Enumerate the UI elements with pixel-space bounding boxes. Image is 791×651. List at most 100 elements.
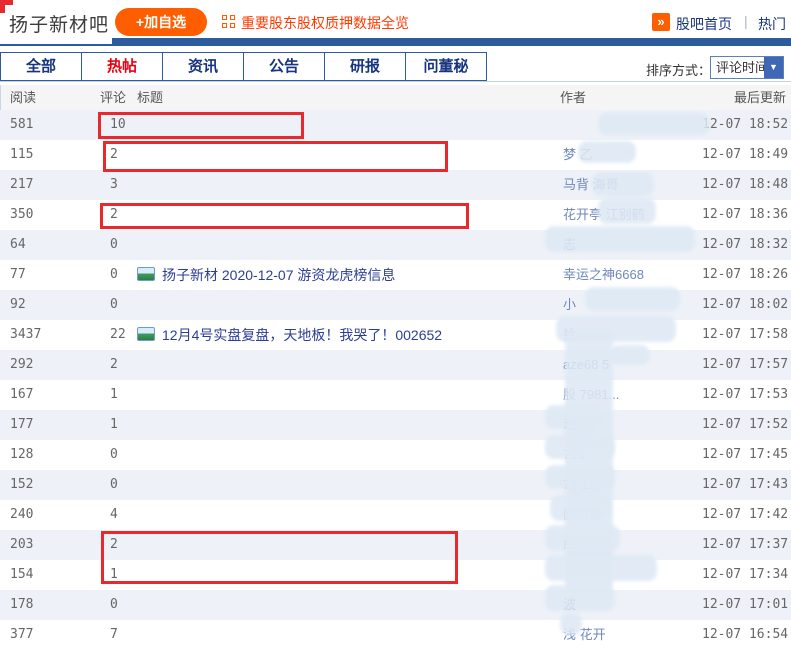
read-count: 77 bbox=[10, 267, 26, 282]
last-update-time: 12-07 18:48 bbox=[702, 177, 789, 192]
table-row[interactable]: 128 0 瑞仙鹤还有700多万没跑出来明天继续核炸弹 796 . 12-07 … bbox=[0, 440, 791, 470]
table-row[interactable]: 92 0 还加了个自选打算买呢开盘他么跌停了 小 12-07 18:02 bbox=[0, 290, 791, 320]
table-row[interactable]: 178 0 扬子新材年后必ST 波 12-07 17:01 bbox=[0, 590, 791, 620]
guba-home-link[interactable]: 股吧首页 bbox=[676, 14, 732, 34]
author-link[interactable]: 梦 乙 bbox=[563, 140, 701, 170]
sort-label: 排序方式： bbox=[646, 63, 712, 78]
pledge-data-link[interactable]: 重要股东股权质押数据全览 bbox=[241, 13, 409, 33]
hot-link[interactable]: 热门 bbox=[758, 14, 791, 34]
table-row[interactable]: 3437 22 12月4号实盘复盘，天地板！我哭了！002652 拾 12-07… bbox=[0, 320, 791, 350]
last-update-time: 12-07 17:37 bbox=[702, 537, 789, 552]
last-update-time: 12-07 18:32 bbox=[702, 237, 789, 252]
read-count: 64 bbox=[10, 237, 26, 252]
read-count: 128 bbox=[10, 447, 34, 462]
author-link[interactable]: 马背 海哥 bbox=[563, 170, 701, 200]
read-count: 167 bbox=[10, 387, 34, 402]
add-watchlist-button[interactable]: +加自选 bbox=[115, 8, 207, 36]
author-link[interactable]: 波 bbox=[563, 590, 701, 620]
author-link[interactable]: 欧阳锋 bbox=[563, 500, 701, 530]
read-count: 177 bbox=[10, 417, 34, 432]
tab-ask-secretary[interactable]: 问董秘 bbox=[405, 52, 487, 81]
author-link[interactable]: 幸运之神6668 bbox=[563, 260, 701, 290]
table-row[interactable]: 152 0 瑞仙鹤割肉跑的连夜坐的动车走的 79 1... 12-07 17:4… bbox=[0, 470, 791, 500]
author-link[interactable]: 股 7981... bbox=[563, 380, 701, 410]
table-row[interactable]: 154 1 直接sT看看这两天的量。还想出来？没睡醒吧。 12-07 17:34 bbox=[0, 560, 791, 590]
author-link[interactable]: 79 1... bbox=[563, 470, 701, 500]
author-link[interactable]: 浅 花开 bbox=[563, 620, 701, 650]
last-update-time: 12-07 17:53 bbox=[702, 387, 789, 402]
last-update-time: 12-07 17:34 bbox=[702, 567, 789, 582]
read-count: 203 bbox=[10, 537, 34, 552]
comment-count: 0 bbox=[110, 237, 118, 252]
column-header-reads: 阅读 bbox=[10, 90, 37, 105]
read-count: 178 bbox=[10, 597, 34, 612]
post-title-link[interactable]: 12月4号实盘复盘，天地板！我哭了！002652 bbox=[137, 320, 555, 350]
table-row[interactable]: 350 2 竞价前挂单跌停，下午2点多出的，庄家那100手的 花开亭 江别鹤 1… bbox=[0, 200, 791, 230]
table-row[interactable]: 177 1 搞不懂瑞鹤仙为啥核按钮不亏钱？ 动 12-07 17:52 bbox=[0, 410, 791, 440]
header-rule-thin bbox=[0, 44, 791, 46]
sort-dropdown-value: 评论时间 bbox=[716, 60, 769, 75]
stock-forum-page: 扬子新材吧 +加自选 重要股东股权质押数据全览 » 股吧首页 | 热门 全部 热帖… bbox=[0, 0, 791, 651]
tab-hot-posts[interactable]: 热帖 bbox=[81, 52, 163, 81]
tab-strip-underline bbox=[0, 81, 791, 82]
last-update-time: 12-07 17:58 bbox=[702, 327, 789, 342]
last-update-time: 12-07 17:43 bbox=[702, 477, 789, 492]
last-update-time: 12-07 18:49 bbox=[702, 147, 789, 162]
read-count: 350 bbox=[10, 207, 34, 222]
chevron-down-icon[interactable]: ▼ bbox=[764, 57, 783, 78]
comment-count: 1 bbox=[110, 387, 118, 402]
read-count: 217 bbox=[10, 177, 34, 192]
table-row[interactable]: 203 2 你大爷的，明天还跌停。今天瑞仙鹤砸的。 EF 12-07 17:37 bbox=[0, 530, 791, 560]
table-row[interactable]: 115 2 这庄性格急啊。。。一下子上去一下子下来 梦 乙 12-07 18:4… bbox=[0, 140, 791, 170]
comment-count: 2 bbox=[110, 357, 118, 372]
last-update-time: 12-07 17:45 bbox=[702, 447, 789, 462]
author-link[interactable]: 志 bbox=[563, 230, 701, 260]
comment-count: 0 bbox=[110, 477, 118, 492]
table-row[interactable]: 77 0 扬子新材 2020-12-07 游资龙虎榜信息 幸运之神6668 12… bbox=[0, 260, 791, 290]
tab-research-reports[interactable]: 研报 bbox=[324, 52, 406, 81]
corner-mark bbox=[0, 0, 13, 13]
page-title: 扬子新材吧 bbox=[9, 15, 110, 36]
author-link[interactable]: 796 . bbox=[563, 440, 701, 470]
author-link[interactable]: 拾 bbox=[563, 320, 701, 350]
table-row[interactable]: 167 1 卖一卖二都是星期五进去的今天砸盘割肉跑，还有半仓 股 7981...… bbox=[0, 380, 791, 410]
table-row[interactable]: 292 2 看看郑州煤电，华资实业，明天知道怎么做了吧 aze68 5 12-0… bbox=[0, 350, 791, 380]
table-header: 阅读 评论 标题 作者 最后更新 bbox=[0, 85, 791, 110]
author-link[interactable]: aze68 5 bbox=[563, 350, 701, 380]
author-link[interactable]: 小 bbox=[563, 290, 701, 320]
column-header-title: 标题 bbox=[137, 90, 164, 105]
comment-count: 0 bbox=[110, 597, 118, 612]
tab-announcements[interactable]: 公告 bbox=[243, 52, 325, 81]
tab-news[interactable]: 资讯 bbox=[162, 52, 244, 81]
read-count: 92 bbox=[10, 297, 26, 312]
tab-strip: 全部 热帖 资讯 公告 研报 问董秘 bbox=[0, 52, 487, 81]
grid-icon bbox=[222, 15, 235, 28]
read-count: 152 bbox=[10, 477, 34, 492]
comment-count: 0 bbox=[110, 297, 118, 312]
picture-icon bbox=[137, 267, 155, 281]
double-chevron-icon: » bbox=[652, 13, 670, 31]
read-count: 581 bbox=[10, 117, 34, 132]
author-link[interactable]: 花开亭 江别鹤 bbox=[563, 200, 701, 230]
table-row[interactable]: 217 3 开始对倒了注意你们的筹码马上要交出来 马背 海哥 12-07 18:… bbox=[0, 170, 791, 200]
read-count: 292 bbox=[10, 357, 34, 372]
header-divider: | bbox=[744, 13, 748, 29]
column-header-author: 作者 bbox=[560, 90, 587, 105]
last-update-time: 12-07 17:42 bbox=[702, 507, 789, 522]
post-title-link[interactable]: 扬子新材 2020-12-07 游资龙虎榜信息 bbox=[137, 260, 555, 290]
picture-icon bbox=[137, 327, 155, 341]
tab-all[interactable]: 全部 bbox=[0, 52, 82, 81]
author-link[interactable]: EF bbox=[563, 530, 701, 560]
comment-count: 4 bbox=[110, 507, 118, 522]
table-row[interactable]: 377 7 [囧][囧][囧][囧][囧][囧]这过山车坐的 浅 花开 12-0… bbox=[0, 620, 791, 650]
sort-dropdown[interactable]: 评论时间 ▼ bbox=[710, 56, 784, 79]
comment-count: 7 bbox=[110, 627, 118, 642]
table-row[interactable]: 64 0 已挂跌停，周五4.54买的，没想到今天直接出不去 志 12-07 18… bbox=[0, 230, 791, 260]
last-update-time: 12-07 18:02 bbox=[702, 297, 789, 312]
post-title-text: 12月4号实盘复盘，天地板！我哭了！002652 bbox=[162, 327, 443, 343]
comment-count: 0 bbox=[110, 267, 118, 282]
column-header-comments: 评论 bbox=[100, 90, 127, 105]
table-row[interactable]: 240 4 企业亏损，股票拉高后，然后减持提现....今年盈 欧阳锋 12-07… bbox=[0, 500, 791, 530]
author-link[interactable]: 动 bbox=[563, 410, 701, 440]
table-row[interactable]: 581 10 各种庄股千万别碰 12-07 18:52 bbox=[0, 110, 791, 140]
